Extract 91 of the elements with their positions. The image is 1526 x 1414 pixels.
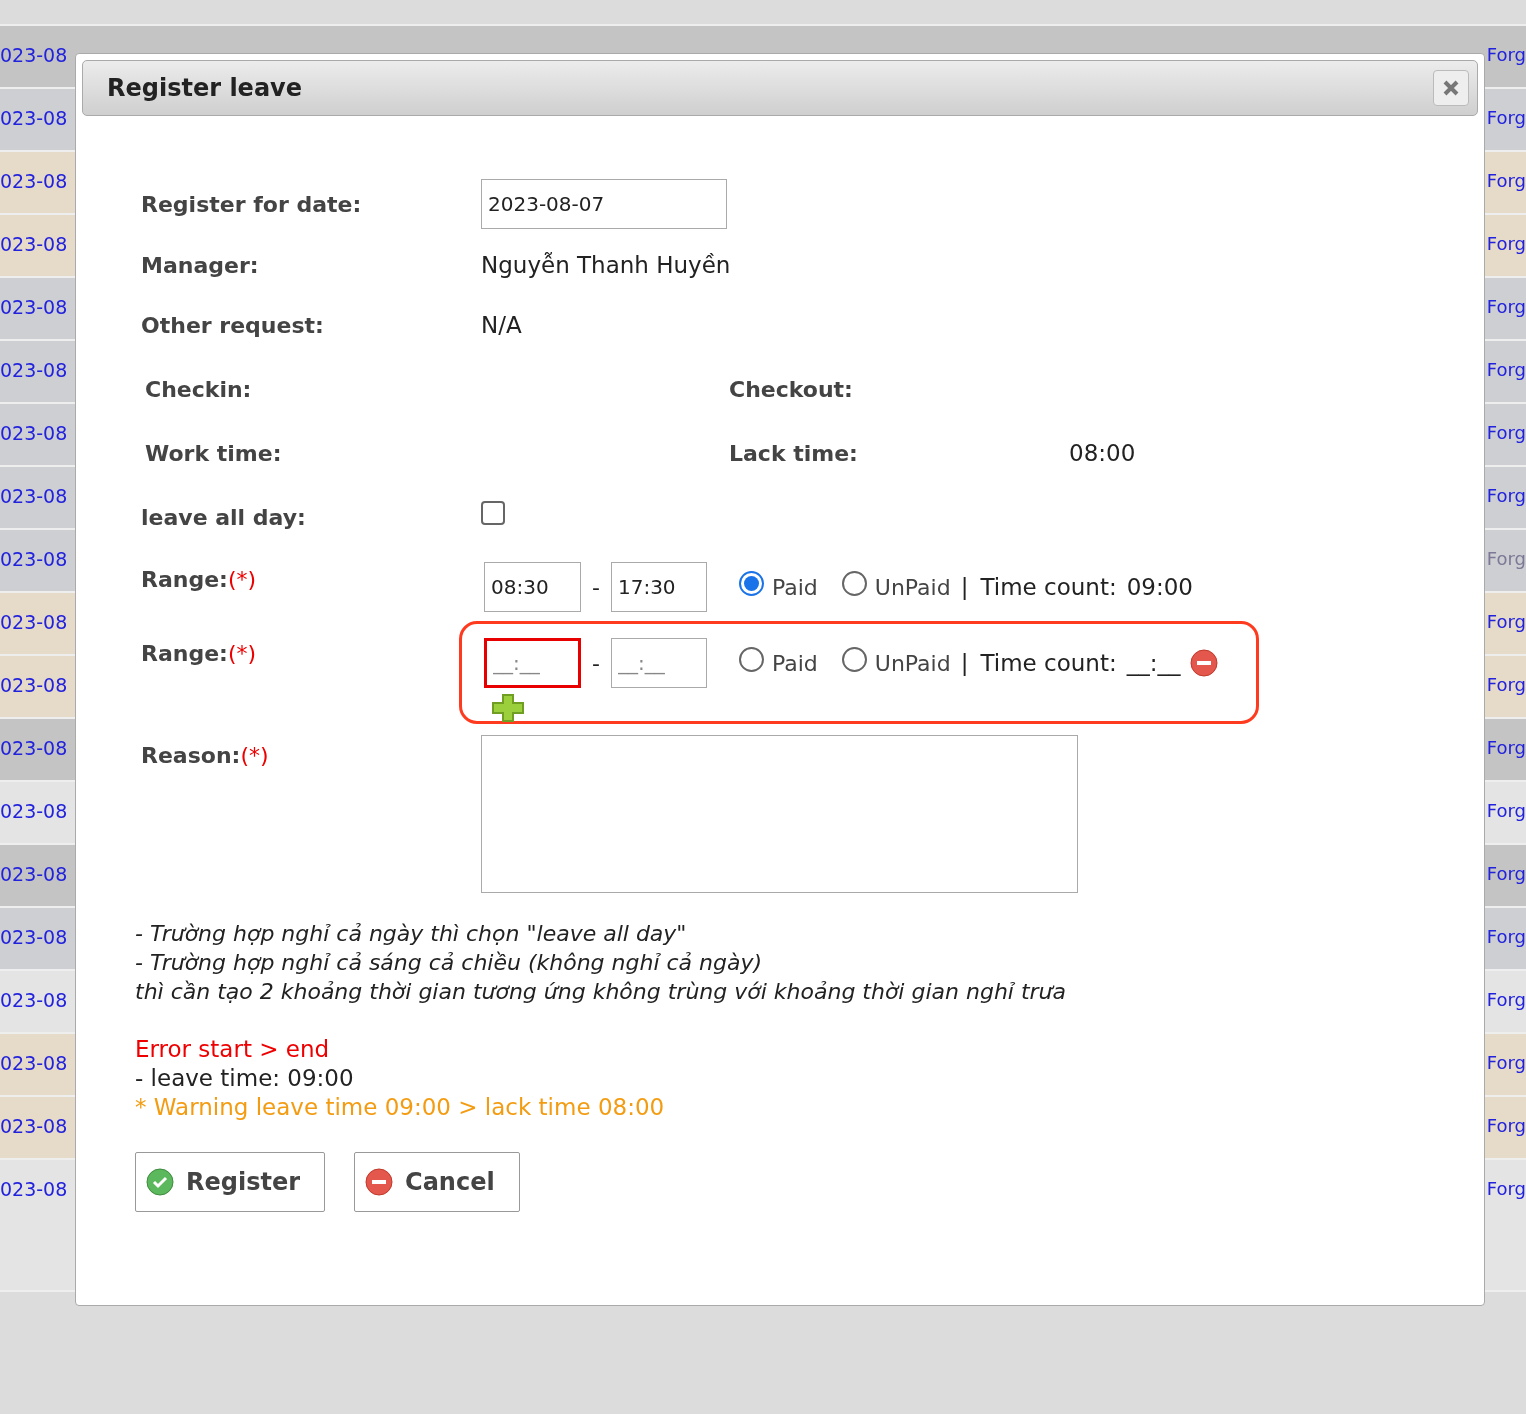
action-link[interactable]: Forg [1486, 719, 1526, 758]
range-separator: - [592, 574, 600, 600]
action-link[interactable]: Forg [1486, 278, 1526, 317]
reason-field[interactable] [481, 735, 1078, 893]
action-link[interactable]: Forg [1486, 467, 1526, 506]
date-link[interactable]: 023-08 [0, 782, 68, 822]
radio-button[interactable] [841, 570, 867, 596]
date-field[interactable]: 2023-08-07 [481, 179, 727, 229]
date-link[interactable]: 023-08 [0, 1097, 68, 1137]
time-count-value: __:__ [1126, 650, 1181, 676]
radio-label: UnPaid [874, 574, 951, 600]
field-label: Reason: [141, 743, 241, 768]
required-mark: (*) [240, 743, 269, 768]
instruction-note: thì cần tạo 2 khoảng thời gian tương ứng không trùng với khoảng thời gian nghỉ trưa [135, 978, 1068, 1006]
instruction-note: - Trường hợp nghỉ cả ngày thì chọn "leave all day" [135, 920, 688, 948]
action-link[interactable]: Forg [1486, 845, 1526, 884]
radio-label: Paid [771, 650, 818, 676]
check-circle-icon [146, 1168, 174, 1196]
date-link[interactable]: 023-08 [0, 1160, 68, 1200]
time-count-label: Time count: [980, 574, 1117, 600]
time-count-label: Time count: [980, 650, 1117, 676]
action-link[interactable]: Forg [1486, 152, 1526, 191]
action-link[interactable]: Forg [1486, 89, 1526, 128]
field-label: leave all day: [141, 504, 307, 530]
date-link[interactable]: 023-08 [0, 719, 68, 759]
cancel-button[interactable]: Cancel [354, 1152, 520, 1212]
action-link[interactable]: Forg [1486, 656, 1526, 695]
required-mark: (*) [227, 567, 257, 592]
time-count-value: 09:00 [1126, 574, 1193, 600]
action-link[interactable]: Forg [1486, 782, 1526, 821]
register-button[interactable]: Register [135, 1152, 326, 1212]
field-label: Range: [141, 641, 228, 666]
radio-button[interactable] [738, 570, 764, 596]
date-link[interactable]: 023-08 [0, 467, 68, 507]
date-link[interactable]: 023-08 [0, 89, 68, 129]
radio-label: Paid [771, 574, 818, 600]
field-label: Register for date: [141, 191, 363, 217]
action-link[interactable]: Forg [1486, 1034, 1526, 1073]
required-mark: (*) [227, 641, 257, 666]
date-link[interactable]: 023-08 [0, 845, 68, 885]
instruction-note: - Trường hợp nghỉ cả sáng cả chiều (không nghỉ cả ngày) [135, 949, 764, 977]
start-time-field[interactable]: __:__ [484, 638, 581, 688]
radio-button[interactable] [738, 646, 764, 672]
date-link[interactable]: 023-08 [0, 593, 68, 633]
field-label: Lack time: [729, 440, 859, 466]
remove-icon[interactable] [1190, 649, 1219, 677]
field-label: Checkout: [729, 376, 854, 402]
info-message: - leave time: 09:00 [135, 1064, 355, 1093]
action-link[interactable]: Forg [1486, 215, 1526, 254]
separator-text: | [960, 650, 969, 676]
minus-circle-icon [365, 1168, 394, 1196]
separator-text: | [960, 574, 969, 600]
field-label: Work time: [145, 440, 283, 466]
plus-icon[interactable] [492, 694, 524, 722]
date-link[interactable]: 023-08 [0, 341, 68, 381]
action-link[interactable]: Forg [1486, 1097, 1526, 1136]
action-link[interactable]: Forg [1486, 593, 1526, 632]
dialog-title: Register leave [107, 74, 302, 102]
date-link[interactable]: 023-08 [0, 152, 68, 192]
other-request-value: N/A [481, 312, 522, 338]
date-link[interactable]: 023-08 [0, 971, 68, 1011]
end-time-field[interactable]: __:__ [610, 638, 707, 688]
close-icon [1441, 78, 1461, 98]
end-time-field[interactable]: 17:30 [610, 562, 707, 612]
action-link[interactable]: Forg [1486, 26, 1526, 65]
date-link[interactable]: 023-08 [0, 26, 68, 66]
error-message: Error start > end [135, 1035, 331, 1064]
radio-label: UnPaid [874, 650, 951, 676]
action-link[interactable]: Forg [1486, 971, 1526, 1010]
action-link[interactable]: Forg [1486, 1160, 1526, 1199]
action-link[interactable]: Forg [1486, 341, 1526, 380]
field-label: Manager: [141, 252, 260, 278]
date-link[interactable]: 023-08 [0, 1034, 68, 1074]
leave-all-day-checkbox[interactable] [481, 501, 505, 525]
action-link[interactable]: Forg [1486, 908, 1526, 947]
action-link[interactable]: Forg [1486, 404, 1526, 443]
lack-time-value: 08:00 [1069, 440, 1136, 466]
date-link[interactable]: 023-08 [0, 278, 68, 318]
start-time-field[interactable]: 08:30 [484, 562, 581, 612]
field-label: Checkin: [145, 376, 253, 402]
date-link[interactable]: 023-08 [0, 908, 68, 948]
date-link[interactable]: 023-08 [0, 404, 68, 444]
field-label: Range: [141, 567, 228, 592]
field-label: Other request: [141, 312, 325, 338]
manager-name: Nguyễn Thanh Huyền [481, 252, 731, 278]
radio-button[interactable] [841, 646, 867, 672]
range-separator: - [592, 650, 600, 676]
date-link[interactable]: 023-08 [0, 215, 68, 255]
date-link[interactable]: 023-08 [0, 656, 68, 696]
close-button[interactable] [1433, 70, 1469, 106]
warning-message: * Warning leave time 09:00 > lack time 08:00 [135, 1093, 666, 1122]
